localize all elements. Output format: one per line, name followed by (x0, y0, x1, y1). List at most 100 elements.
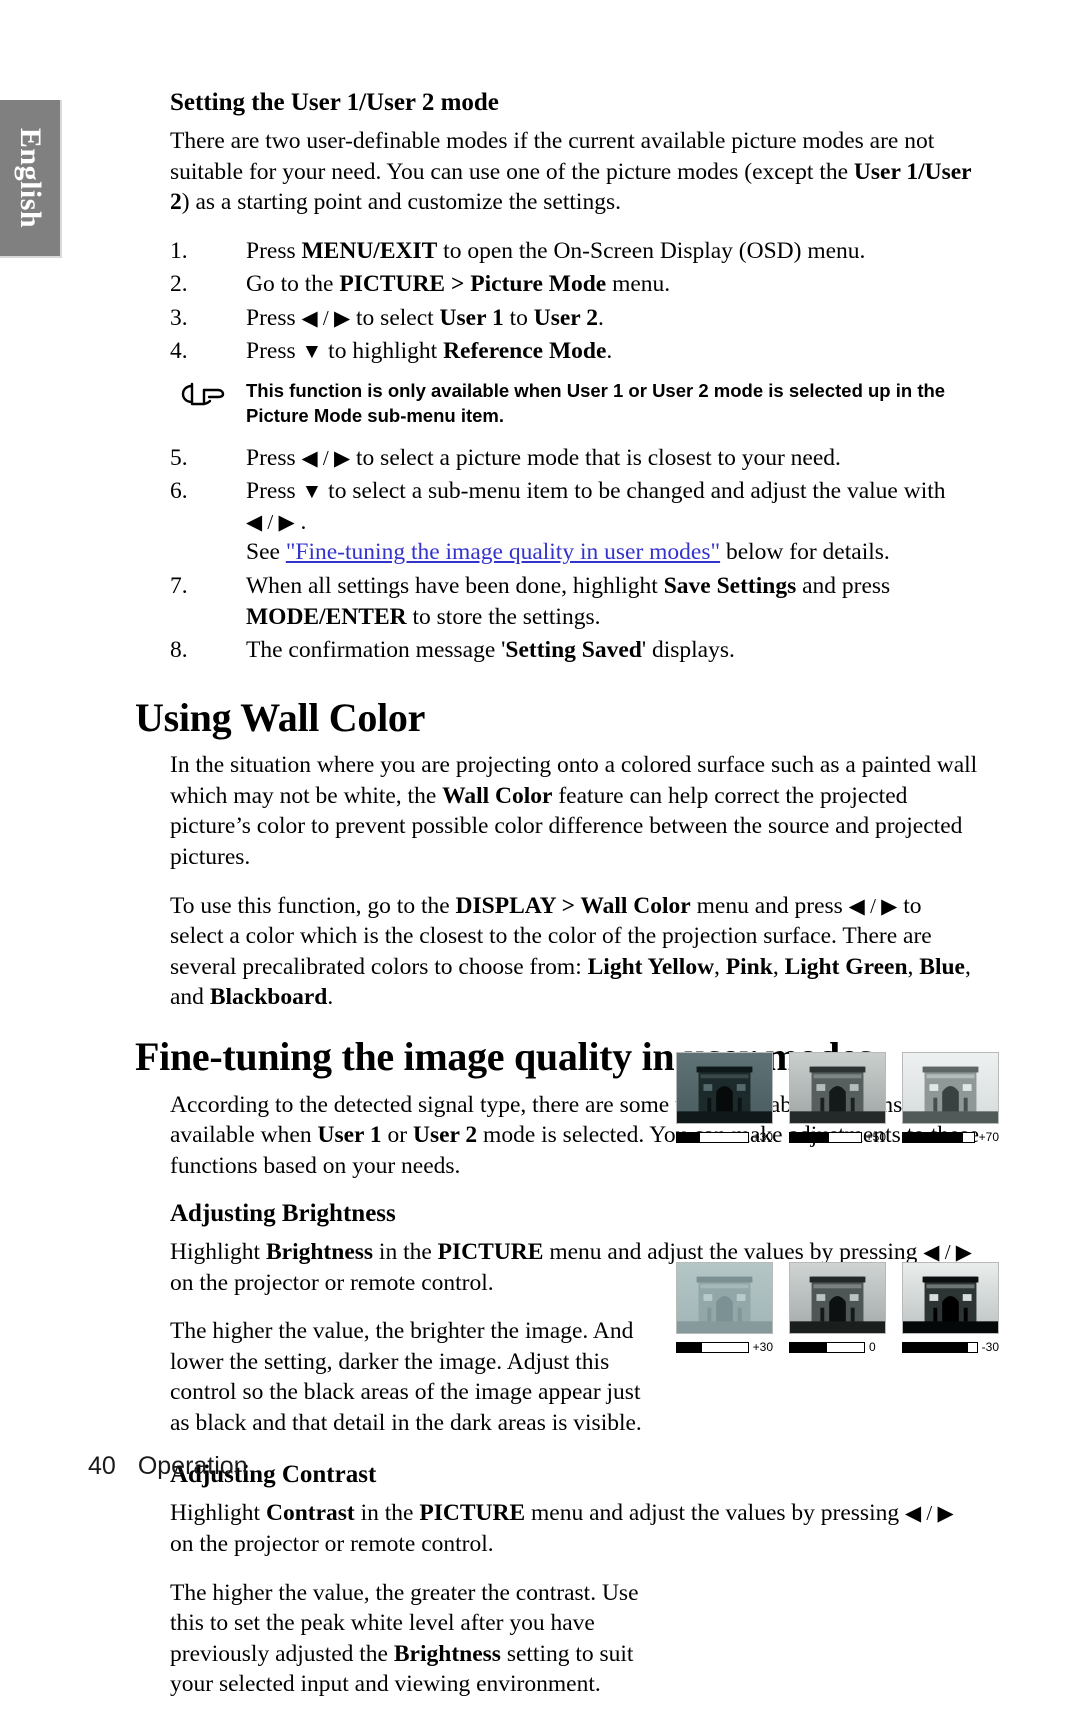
text-ct2-brightness: Brightness (393, 1640, 501, 1667)
note-block: This function is only available when Use… (170, 379, 980, 429)
sample-image (676, 1052, 773, 1124)
text-br-f: on the projector or remote control. (170, 1269, 494, 1296)
osd-value-label: +30 (752, 1130, 773, 1144)
step-text-pre: Go to the (246, 271, 340, 298)
osd-level-bar (789, 1341, 865, 1353)
text-intro-part1: There are two user-definable modes if th… (170, 128, 935, 185)
step-text-post: to store the settings. (406, 603, 601, 630)
text-wc1-bold: Wall Color (442, 782, 553, 809)
step-item: 8. The confirmation message 'Setting Save… (170, 635, 980, 666)
brightness-sample: +50 (789, 1052, 886, 1144)
osd-level-bar (902, 1131, 975, 1143)
document-page: Setting the User 1/User 2 mode There are… (0, 0, 1080, 1697)
step-text-post: . (294, 508, 307, 535)
steps-list-1: 1. Press MENU/EXIT to open the On-Screen … (170, 236, 980, 367)
text-ct-f: on the projector or remote control. (170, 1531, 494, 1558)
text-br-c: in the (373, 1239, 438, 1266)
color-option-blackboard: Blackboard (209, 984, 328, 1011)
step-text-mid: and press (796, 572, 891, 599)
left-right-arrow-icon: ◀ / ▶ (301, 305, 351, 330)
footer-page-number: 40 (88, 1452, 116, 1480)
down-arrow-icon: ▼ (301, 479, 323, 504)
sample-image (676, 1262, 773, 1334)
arc-de-triomphe-illustration (677, 1276, 772, 1333)
arc-de-triomphe-illustration (677, 1066, 772, 1123)
step-text-line2-pre: See (246, 539, 286, 566)
step-number: 7. (170, 572, 188, 599)
text-ct-a: Highlight (170, 1500, 266, 1527)
paragraph-wall-color-2: To use this function, go to the DISPLAY … (170, 892, 971, 1011)
step-text-post: to open the On-Screen Display (OSD) menu… (437, 237, 866, 264)
cross-reference-link[interactable]: "Fine-tuning the image quality in user m… (286, 539, 720, 565)
sample-image (789, 1052, 886, 1124)
heading-setting-user-mode: Setting the User 1/User 2 mode (170, 89, 499, 116)
osd-value-label: +30 (752, 1340, 773, 1354)
pointing-hand-icon (181, 382, 225, 406)
osd-value-label: -30 (981, 1340, 999, 1354)
left-right-arrow-icon-2: ◀ / ▶ (246, 509, 295, 534)
step-text-mid: > (445, 271, 471, 298)
sample-image (902, 1052, 999, 1124)
menu-wall-color-label: Wall Color (580, 892, 691, 919)
menu-picture-label: PICTURE (437, 1239, 544, 1266)
content-column: Setting the User 1/User 2 mode There are… (135, 0, 980, 1718)
step-bold-1: User 1 (439, 304, 504, 331)
step-text-post: . (606, 338, 613, 365)
osd-value-label: +50 (865, 1130, 886, 1144)
text-ct-e: menu and adjust the values by pressing (525, 1500, 905, 1527)
step-bold-2: Picture Mode (470, 271, 607, 298)
brightness-sample: +70 (902, 1052, 999, 1144)
step-item: 4. Press ▼ to highlight Reference Mode. (170, 336, 980, 367)
osd-bar-row: +30 (676, 1340, 773, 1354)
step-text-pre: Press (246, 444, 302, 471)
brightness-sample-group: +30 +50 +70 (676, 1052, 999, 1144)
arc-de-triomphe-illustration (790, 1276, 885, 1333)
step-number: 5. (170, 444, 188, 471)
step-text-post: to select a picture mode that is closest… (350, 444, 841, 471)
step-number: 1. (170, 237, 188, 264)
contrast-sample: +30 (676, 1262, 773, 1354)
left-right-arrow-icon: ◀ / ▶ (923, 1240, 972, 1265)
step-text-post: . (597, 304, 604, 331)
sample-image (902, 1262, 999, 1334)
step-text-post: ' displays. (641, 637, 735, 664)
step-item: 2. Go to the PICTURE > Picture Mode menu. (170, 269, 980, 300)
arc-de-triomphe-illustration (790, 1066, 885, 1123)
step-number: 2. (170, 271, 188, 298)
color-option-pink: Pink (725, 953, 773, 980)
paragraph-brightness-2: The higher the value, the brighter the i… (170, 1318, 642, 1436)
text-ft-user1: User 1 (317, 1122, 382, 1149)
osd-bar-row: -30 (902, 1340, 999, 1354)
osd-bar-row: +30 (676, 1130, 773, 1144)
step-text-mid: to select (350, 304, 440, 331)
text-br-brightness: Brightness (265, 1239, 374, 1266)
left-right-arrow-icon: ◀ / ▶ (905, 1501, 954, 1526)
color-option-blue: Blue (919, 953, 965, 980)
text-wc2-sep: > (555, 892, 581, 919)
osd-value-label: 0 (869, 1340, 876, 1354)
osd-bar-row: +70 (902, 1130, 999, 1144)
heading-using-wall-color: Using Wall Color (135, 694, 426, 740)
text-ft-c: or (381, 1122, 413, 1149)
step-item: 1. Press MENU/EXIT to open the On-Screen … (170, 236, 980, 267)
color-option-light-yellow: Light Yellow (587, 953, 715, 980)
step-bold-1: Save Settings (663, 572, 797, 599)
step-text-pre: When all settings have been done, highli… (246, 572, 664, 599)
step-text-pre: The confirmation message ' (246, 637, 506, 664)
text-wc2-i: . (327, 984, 334, 1011)
step-item: 5. Press ◀ / ▶ to select a picture mode t… (170, 443, 980, 474)
contrast-sample: -30 (902, 1262, 999, 1354)
text-ct-c: in the (354, 1500, 420, 1527)
osd-bar-row: 0 (789, 1340, 886, 1354)
step-text-pre: Press (246, 237, 302, 264)
step-text-pre: Press (246, 478, 302, 505)
step-text-line2-post: below for details. (720, 539, 890, 566)
color-option-light-green: Light Green (784, 953, 908, 980)
steps-list-2: 5. Press ◀ / ▶ to select a picture mode t… (170, 443, 980, 666)
step-bold-2: User 2 (533, 304, 598, 331)
step-item: 6. Press ▼ to select a sub-menu item to b… (170, 476, 980, 568)
step-text-pre: Press (246, 304, 302, 331)
step-bold-1: PICTURE (339, 271, 446, 298)
page-footer: 40 Operation (88, 1452, 248, 1481)
step-text-pre: Press (246, 338, 302, 365)
